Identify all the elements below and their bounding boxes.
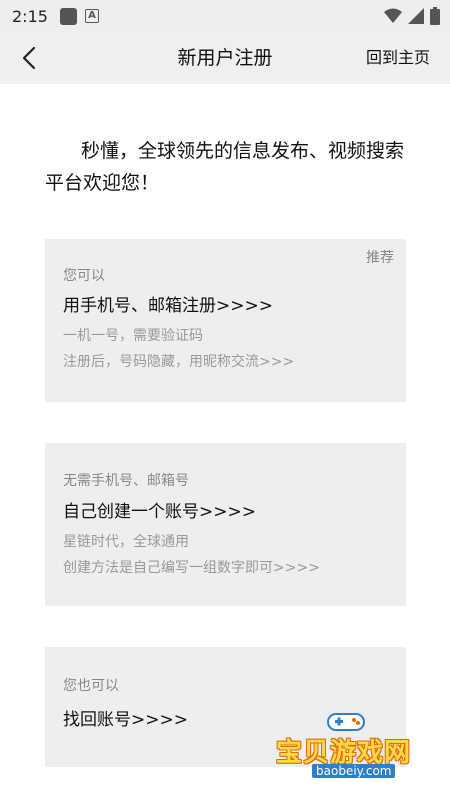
recommend-badge: 推荐 [366, 250, 394, 266]
recover-account-link[interactable]: 找回账号>>>> [63, 705, 188, 730]
card-sub-text: 创建方法是自己编写一组数字即可>>>> [63, 560, 320, 576]
home-button[interactable]: 回到主页 [366, 32, 430, 84]
signal-icon [408, 8, 424, 24]
create-account-card[interactable]: 无需手机号、邮箱号 自己创建一个账号>>>> 星链时代，全球通用 创建方法是自己… [45, 443, 406, 606]
wifi-icon [384, 8, 402, 23]
card-lead-text: 无需手机号、邮箱号 [63, 473, 189, 489]
card-sub-text: 一机一号，需要验证码 [63, 328, 203, 344]
status-time: 2:15 [12, 6, 48, 26]
notification-icon [59, 7, 77, 25]
card-lead-text: 您也可以 [63, 678, 119, 694]
battery-icon [430, 7, 440, 25]
card-sub-text: 注册后，号码隐藏，用昵称交流>>> [63, 354, 295, 370]
status-bar: 2:15 A [0, 0, 450, 32]
create-account-link[interactable]: 自己创建一个账号>>>> [63, 497, 256, 522]
register-phone-email-link[interactable]: 用手机号、邮箱注册>>>> [63, 291, 273, 316]
app-bar: 新用户注册 回到主页 [0, 32, 450, 84]
welcome-text: 秒懂，全球领先的信息发布、视频搜索平台欢迎您！ [45, 140, 405, 194]
register-phone-email-card[interactable]: 推荐 您可以 用手机号、邮箱注册>>>> 一机一号，需要验证码 注册后，号码隐藏… [45, 239, 406, 402]
status-icons [384, 7, 440, 25]
card-lead-text: 您可以 [63, 268, 105, 284]
notification-a-icon: A [84, 9, 99, 23]
card-sub-text: 星链时代，全球通用 [63, 534, 189, 550]
recover-account-card[interactable]: 您也可以 找回账号>>>> [45, 647, 406, 767]
back-button[interactable] [14, 42, 44, 74]
chevron-left-icon [22, 46, 36, 70]
